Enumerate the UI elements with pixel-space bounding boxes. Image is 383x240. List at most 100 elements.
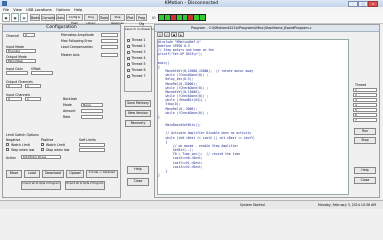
backlash-amount-input[interactable] (81, 109, 103, 113)
tool-icon-2[interactable]: ▦ (11, 13, 19, 22)
config-flash-button[interactable]: Config & Flash (66, 14, 83, 25)
output-channel-b[interactable]: 1 (25, 84, 41, 88)
backlash-mode-select[interactable]: None (81, 103, 103, 107)
recovery-button[interactable]: Recovery (125, 120, 151, 127)
prog-thread-list: 1 2 3 4 5 6 7 (353, 88, 377, 123)
prog-thread-7[interactable]: 7 (353, 118, 377, 122)
prog-cfg-button[interactable]: Prog Cfg (136, 14, 147, 26)
thread-1-checkbox[interactable] (127, 38, 130, 42)
code-line[interactable]: } (158, 173, 348, 177)
io-bit-7 (200, 15, 205, 20)
backlash-rate-label: Rate (63, 115, 71, 119)
thread-7-checkbox[interactable] (127, 74, 130, 78)
io-bit-2 (170, 15, 176, 20)
thread-label: Thread (355, 83, 367, 87)
configuration-title: Configuration (3, 25, 120, 32)
soft-limit-neg-input[interactable] (79, 148, 105, 152)
neg-watch-checkbox[interactable] (6, 143, 9, 146)
tools-button[interactable]: Tools (99, 14, 109, 21)
status-datetime: Monday, February 3, 2014 10:36 AM (318, 203, 377, 207)
prog-thread-6[interactable]: 6 (353, 113, 377, 117)
positive-label: Positive (41, 138, 54, 142)
io-bit-0 (159, 15, 164, 20)
channel-select[interactable]: 0 (23, 33, 35, 37)
upload-button[interactable]: Upload (66, 170, 84, 178)
export-all-button[interactable]: Export all to Opts 2 Program (65, 181, 105, 190)
soft-limit-pos-input[interactable] (79, 143, 105, 147)
thread-list: Thread 1 Thread 2 Thread 3 Thread 4 Thre… (127, 37, 145, 79)
prog-thread-4[interactable]: 4 (353, 103, 377, 107)
code-editor[interactable]: #include "KMotionDef.h" #define SPEED 0.3… (157, 39, 349, 195)
action-select[interactable]: Kill Motor Drive (21, 155, 61, 159)
pos-stop-checkbox[interactable] (41, 148, 44, 151)
io-bits-display (158, 14, 206, 21)
close-config-button[interactable]: Close (127, 178, 149, 186)
input-gain-input[interactable] (6, 71, 28, 75)
axis-button[interactable]: Axis (56, 14, 65, 21)
move-button[interactable]: Move (6, 170, 22, 178)
backlash-label: Backlash (63, 97, 78, 101)
backlash-rate-input[interactable] (81, 115, 103, 119)
backlash-amount-label: Amount (63, 109, 76, 113)
pos-stop-label: Stop when low (46, 148, 70, 152)
microstep-input[interactable] (101, 33, 118, 37)
pos-watch-checkbox[interactable] (41, 143, 44, 146)
bode-button[interactable]: Bode (30, 14, 40, 21)
prog-thread-5[interactable]: 5 (353, 108, 377, 112)
input-channel-a[interactable]: 0 (6, 97, 22, 101)
input-channel-b[interactable]: 1 (25, 97, 41, 101)
open-file-icon[interactable]: ▭ (164, 32, 170, 37)
max-following-input[interactable] (101, 39, 118, 43)
status-message: System Started (240, 203, 265, 207)
thread-5-checkbox[interactable] (127, 62, 130, 66)
status-bar: System Started Monday, February 3, 2014 … (0, 200, 383, 209)
code-text[interactable]: #include "KMotionDef.h" #define SPEED 0.3… (158, 40, 348, 177)
prog-library-button[interactable]: Prog Library (84, 14, 98, 25)
thread-6-checkbox[interactable] (127, 68, 130, 72)
new-version-button[interactable]: New Version (125, 110, 151, 117)
prog-thread-3[interactable]: 3 (353, 98, 377, 102)
master-axis-label: Master Axis (61, 53, 80, 57)
compile-icon[interactable]: ▸ (178, 32, 184, 37)
download-button[interactable]: Download (42, 170, 64, 178)
output-channel-a[interactable]: 0 (6, 84, 22, 88)
master-axis-input[interactable] (101, 53, 118, 57)
run-button[interactable]: Run (354, 128, 376, 135)
thread-4-checkbox[interactable] (127, 56, 130, 60)
save-memory-button[interactable]: Save Memory (125, 100, 151, 107)
thread-3-checkbox[interactable] (127, 50, 130, 54)
program-help-button[interactable]: Help (354, 167, 376, 174)
limit-options-label: Limit Switch Options (6, 133, 39, 137)
plot-button[interactable]: Plot (126, 14, 135, 21)
pos-watch-label: Watch Limit (46, 143, 65, 147)
thread-2-checkbox[interactable] (127, 44, 130, 48)
step-response-button[interactable]: Step Response (110, 14, 125, 25)
launch-panel: Launch on Power Up Thread 1 Thread 2 Thr… (124, 26, 156, 92)
save-file-icon[interactable]: ▪ (171, 32, 177, 37)
neg-stop-checkbox[interactable] (6, 148, 9, 151)
console-button[interactable]: Console (41, 14, 55, 21)
backlash-mode-label: Mode (63, 103, 72, 107)
lead-comp-input[interactable] (101, 45, 118, 49)
input-offset-input[interactable] (31, 71, 53, 75)
output-mode-select[interactable]: MicroStep (6, 59, 36, 63)
tool-icon-3[interactable]: ▤ (20, 13, 28, 22)
microstep-label: Microstep Amplitude (61, 33, 94, 37)
io-bit-6 (194, 15, 200, 20)
new-file-icon[interactable]: ▯ (157, 32, 163, 37)
stop-button[interactable]: Stop (354, 137, 376, 144)
import-all-button[interactable]: Import all to Opts 2 Program (21, 181, 61, 190)
max-following-label: Max Following Error (61, 39, 93, 43)
help-button[interactable]: Help (127, 166, 149, 174)
io-label: IO (152, 16, 156, 20)
prog-thread-2[interactable]: 2 (353, 93, 377, 97)
program-close-button[interactable]: Close (354, 177, 376, 184)
io-bit-1 (164, 15, 170, 20)
input-mode-select[interactable]: Encoder (6, 49, 36, 53)
c-code-clipboard-button[interactable]: C Code -> Clipboard (86, 170, 118, 178)
tool-icon-1[interactable]: ▣ (2, 13, 10, 22)
prog-thread-1[interactable]: 1 (353, 88, 377, 92)
load-button[interactable]: Load (24, 170, 40, 178)
program-title: Program - C:\KMotion4421b\Programs\Misc\… (155, 25, 379, 32)
io-bit-5 (188, 15, 194, 20)
